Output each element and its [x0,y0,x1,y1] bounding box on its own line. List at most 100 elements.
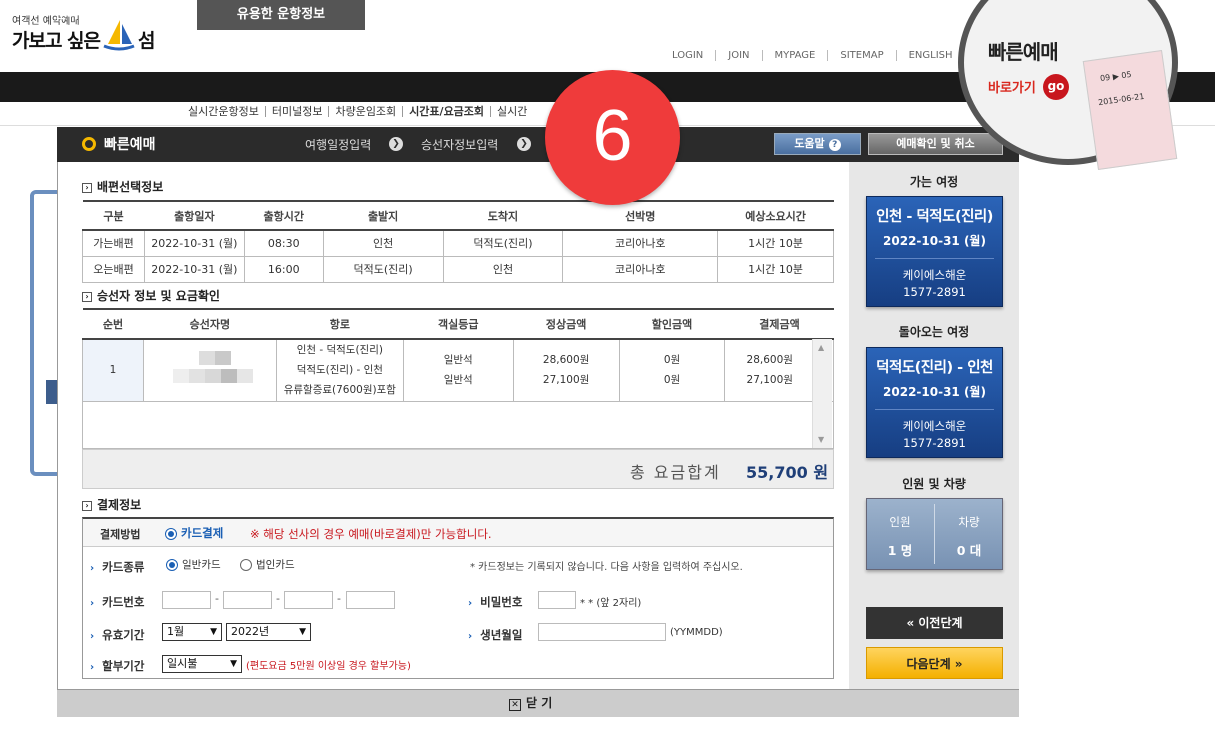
close-button[interactable]: ✕ 닫 기 [509,694,552,711]
expiry-year-value: 2022년 [231,625,270,638]
return-trip-card: 덕적도(진리) - 인천 2022-10-31 (월) 케이에스해운 1577-… [866,347,1003,458]
nav-sea-knowledge[interactable]: 해지식인 [640,0,740,30]
card-type-corporate[interactable]: 법인카드 [240,557,295,572]
corporate-card-label: 법인카드 [256,559,295,571]
installment-select[interactable]: 일시불 ▼ [162,655,242,673]
grade-line: 일반석 [443,354,473,367]
discount-line: 0원 [663,354,681,367]
birth-text: 생년월일 [480,628,523,642]
step-arrow-icon: ❯ [389,137,403,151]
password-input[interactable] [538,591,576,609]
previous-step-button[interactable]: « 이전단계 [866,607,1003,639]
expiry-year-select[interactable]: 2022년 ▼ [226,623,311,641]
card-type-normal[interactable]: 일반카드 [166,557,221,572]
col-time: 출항시간 [244,200,324,231]
cell-discount: 0원 0원 [618,338,726,402]
people-heading: 인원 및 차량 [902,477,966,491]
sitemap-link[interactable]: SITEMAP [827,50,895,61]
expiry-month-select[interactable]: 1월 ▼ [162,623,222,641]
blurred-name-image [172,350,253,383]
expiry-month-value: 1월 [167,625,185,638]
logo-title[interactable]: 가보고 싶은 [12,26,101,53]
login-link[interactable]: LOGIN [660,50,715,61]
next-step-button[interactable]: 다음단계 » [866,647,1003,679]
fare-line: 27,100원 [542,374,590,387]
route-line: 덕적도(진리) - 인천 [296,364,383,377]
cell: 2022-10-31 (월) [143,229,245,257]
quick-reserve-go-label[interactable]: 바로가기 [988,77,1036,96]
nav-island-info[interactable]: 가고싶은 섬정보 [365,0,545,30]
card-type-text: 카드종류 [102,560,145,574]
step-passenger-input: 승선자정보입력 [421,138,499,152]
normal-card-radio[interactable] [166,559,178,571]
col-arrival: 도착지 [443,200,563,231]
modal-title: 빠른예매 [104,137,156,153]
confirm-cancel-button[interactable]: 예매확인 및 취소 [868,133,1003,155]
dash: - [337,592,341,605]
chevron-down-icon: ▼ [210,627,217,637]
cell-no: 1 [82,338,144,402]
subnav-timetable[interactable]: 시간표/요금조회 [402,106,490,117]
join-link[interactable]: JOIN [715,50,761,61]
installment-notice: (편도요금 5만원 이상일 경우 할부가능) [246,661,411,672]
payment-notice: ※ 해당 선사의 경우 예매(바로결제)만 가능합니다. [250,527,492,541]
return-route: 덕적도(진리) - 인천 [876,360,993,376]
nav-operation-info[interactable]: 유용한 운항정보 [197,0,365,30]
subnav-terminal[interactable]: 터미널정보 [264,106,329,117]
col-discount: 할인금액 [619,308,725,340]
dash: - [215,592,219,605]
card-number-text: 카드번호 [102,595,145,609]
nav-community[interactable]: 함께하는 참여공간 [760,0,945,30]
cell: 덕적도(진리) [322,255,444,283]
payment-method-card[interactable]: 카드결제 [165,525,223,541]
installment-value: 일시불 [167,657,198,670]
col-route: 항로 [276,308,404,340]
step-number-badge: 6 [545,70,680,205]
card-payment-radio[interactable] [165,527,177,540]
password-hint: * * (앞 2자리) [580,598,642,609]
payment-method-label: 결제방법 [100,528,141,541]
subnav-realtime-operation[interactable]: 실시간운항정보 [188,106,265,117]
people-label: 인원 [889,515,911,529]
outbound-route: 인천 - 덕적도(진리) [876,209,993,225]
col-departure: 출발지 [323,200,444,231]
help-button[interactable]: 도움말? [774,133,861,155]
return-company: 케이에스해운 [902,419,967,433]
section-ship-title: 배편선택정보 [97,180,164,194]
section-payment-title: 결제정보 [97,498,142,512]
sub-navigation: 실시간운항정보 터미널정보 차량운임조회 시간표/요금조회 실시간 [188,106,533,117]
chevron-right-icon: › [82,291,92,302]
card-number-input-1[interactable] [162,591,211,609]
chevron-down-icon: ▼ [230,659,237,669]
car-value: 0 대 [956,543,982,558]
birth-input[interactable] [538,623,666,641]
pay-line: 28,600원 [746,354,793,367]
english-link[interactable]: ENGLISH [895,50,965,61]
section-passenger-title: 승선자 정보 및 요금확인 [97,289,220,303]
total-bar [82,449,834,489]
cell: 코리아나호 [562,229,719,257]
installment-label: › 할부기간 [90,658,144,674]
cell: 코리아나호 [562,255,719,283]
step-trip-input: 여행일정입력 [305,138,372,152]
cell: 08:30 [243,229,324,257]
card-number-input-2[interactable] [223,591,272,609]
cell: 1시간 10분 [717,255,834,283]
outbound-phone: 1577-2891 [903,285,966,299]
return-date: 2022-10-31 (월) [883,385,986,399]
subnav-realtime[interactable]: 실시간 [490,106,533,117]
card-number-input-4[interactable] [346,591,395,609]
mypage-link[interactable]: MYPAGE [761,50,828,61]
table-scrollbar[interactable]: ▲ ▼ [812,339,832,448]
normal-card-label: 일반카드 [182,559,221,571]
go-button[interactable]: go [1043,74,1069,100]
corporate-card-radio[interactable] [240,559,252,571]
logo-title-end: 섬 [138,30,156,52]
nav-reservation[interactable]: 편리한 승선예매 [0,0,197,30]
card-number-input-3[interactable] [284,591,333,609]
subnav-vehicle-fare[interactable]: 차량운임조회 [328,106,402,117]
scroll-down-icon[interactable]: ▼ [818,435,824,444]
col-payment: 결제금액 [724,308,834,340]
col-duration: 예상소요시간 [717,200,834,231]
scroll-up-icon[interactable]: ▲ [818,343,824,352]
